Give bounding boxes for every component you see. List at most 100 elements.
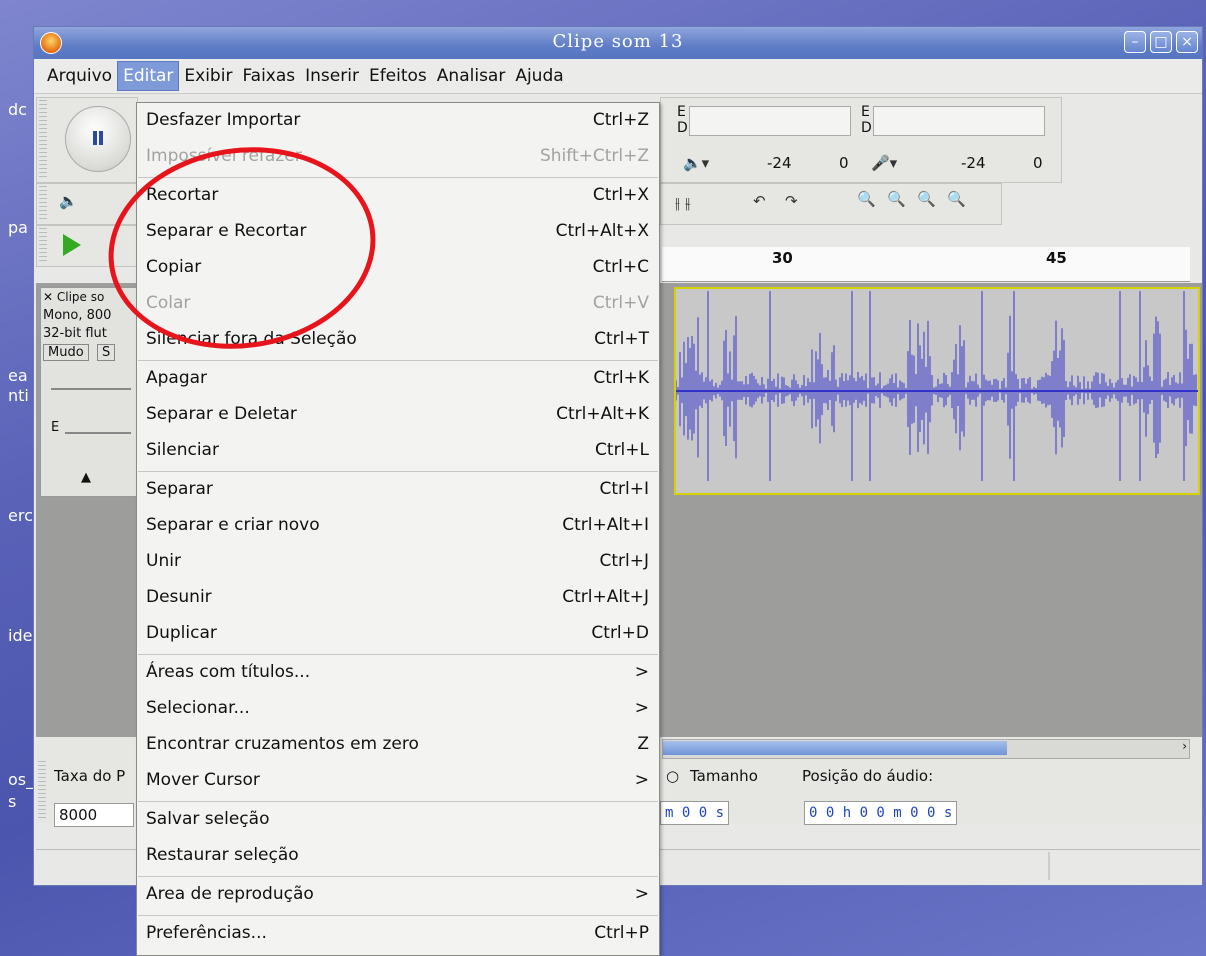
- menu-separator: [138, 654, 658, 655]
- edit-menu-item[interactable]: Mover Cursor >: [137, 764, 659, 800]
- speaker-icon[interactable]: 🔈▾: [683, 154, 709, 172]
- scrollbar-thumb[interactable]: [663, 741, 1007, 755]
- desktop-text: nti: [8, 386, 29, 405]
- menu-item-shortcut: Ctrl+K: [593, 368, 649, 388]
- zoom-in-icon[interactable]: 🔍: [857, 190, 876, 208]
- toolbar-grip[interactable]: [39, 228, 47, 264]
- gain-slider[interactable]: [51, 388, 131, 390]
- menu-item-label: Encontrar cruzamentos em zero: [146, 734, 419, 754]
- edit-menu-item[interactable]: Áreas com títulos... >: [137, 656, 659, 692]
- edit-menu-item[interactable]: Salvar seleção: [137, 803, 659, 839]
- menu-efeitos[interactable]: Efeitos: [364, 62, 432, 90]
- project-rate-input[interactable]: 8000: [54, 803, 134, 827]
- edit-menu-item[interactable]: Silenciar Ctrl+L: [137, 434, 659, 470]
- menu-item-label: Copiar: [146, 257, 202, 277]
- menu-inserir[interactable]: Inserir: [300, 62, 364, 90]
- menu-item-label: Silenciar: [146, 440, 219, 460]
- edit-menu-item[interactable]: Restaurar seleção: [137, 839, 659, 875]
- menu-item-shortcut: Z: [637, 734, 649, 754]
- window-title: Clipe som 13: [552, 31, 684, 52]
- menu-item-shortcut: Ctrl+L: [595, 440, 649, 460]
- play-icon[interactable]: [63, 234, 81, 256]
- toolbar-grip[interactable]: [38, 761, 46, 821]
- solo-button[interactable]: S: [97, 344, 116, 361]
- toolbar-grip[interactable]: [39, 100, 47, 180]
- audio-position-label: Posição do áudio:: [802, 767, 934, 785]
- zoom-out-icon[interactable]: 🔍: [887, 190, 906, 208]
- menu-item-shortcut: Ctrl+Alt+X: [555, 221, 649, 241]
- menu-editar[interactable]: Editar: [117, 61, 180, 91]
- edit-menu-item[interactable]: Recortar Ctrl+X: [137, 179, 659, 215]
- edit-menu: Desfazer Importar Ctrl+Z Impossível refaze…: [136, 102, 660, 956]
- waveform[interactable]: [674, 287, 1200, 495]
- mute-button[interactable]: Mudo: [43, 344, 89, 361]
- menu-item-label: Restaurar seleção: [146, 845, 299, 865]
- horizontal-scrollbar[interactable]: ›: [662, 739, 1190, 759]
- edit-menu-item[interactable]: Desfazer Importar Ctrl+Z: [137, 104, 659, 140]
- ruler-tick-label: 45: [1046, 249, 1067, 267]
- trim-icon[interactable]: ⫲ ⫳: [675, 194, 691, 212]
- edit-menu-item[interactable]: Separar e criar novo Ctrl+Alt+I: [137, 509, 659, 545]
- edit-menu-item: Impossível refazer Shift+Ctrl+Z: [137, 140, 659, 176]
- selection-time[interactable]: m 0 0 s: [660, 801, 730, 825]
- edit-menu-item[interactable]: Apagar Ctrl+K: [137, 362, 659, 398]
- meter-d-label: D: [677, 120, 688, 136]
- menu-arquivo[interactable]: Arquivo: [42, 62, 117, 90]
- meter-db-label: 0: [839, 154, 849, 172]
- menu-item-shortcut: Ctrl+D: [591, 623, 649, 643]
- scroll-right-icon[interactable]: ›: [1182, 739, 1187, 753]
- redo-icon[interactable]: ↷: [785, 192, 798, 210]
- menu-analisar[interactable]: Analisar: [432, 62, 511, 90]
- close-icon[interactable]: ×: [1176, 31, 1198, 53]
- length-radio[interactable]: ○: [666, 767, 679, 785]
- track-name[interactable]: Clipe so: [57, 290, 104, 304]
- menu-item-label: Desfazer Importar: [146, 110, 301, 130]
- edit-menu-item[interactable]: Separar e Deletar Ctrl+Alt+K: [137, 398, 659, 434]
- meter-d-label: D: [861, 120, 872, 136]
- minimize-icon[interactable]: –: [1124, 31, 1146, 53]
- meter-db-label: -24: [767, 154, 792, 172]
- menu-ajuda[interactable]: Ajuda: [510, 62, 568, 90]
- maximize-icon[interactable]: □: [1150, 31, 1172, 53]
- edit-menu-item[interactable]: Encontrar cruzamentos em zero Z: [137, 728, 659, 764]
- edit-menu-item[interactable]: Unir Ctrl+J: [137, 545, 659, 581]
- menu-item-shortcut: >: [634, 698, 649, 718]
- menu-item-label: Recortar: [146, 185, 219, 205]
- audio-position-time[interactable]: 0 0 h 0 0 m 0 0 s: [804, 801, 958, 825]
- toolbar-grip[interactable]: [39, 186, 47, 222]
- zoom-selection-icon[interactable]: 🔍: [917, 190, 936, 208]
- track-close-icon[interactable]: ✕ Clipe so: [43, 290, 104, 304]
- menu-item-label: Separar e criar novo: [146, 515, 320, 535]
- title-bar[interactable]: Clipe som 13 – □ ×: [34, 27, 1202, 59]
- edit-menu-item[interactable]: Desunir Ctrl+Alt+J: [137, 581, 659, 617]
- menu-exibir[interactable]: Exibir: [179, 62, 237, 90]
- edit-menu-item[interactable]: Preferências... Ctrl+P: [137, 917, 659, 953]
- menu-separator: [138, 915, 658, 916]
- edit-menu-item: Colar Ctrl+V: [137, 287, 659, 323]
- meter-e-label: E: [677, 104, 686, 120]
- collapse-icon[interactable]: ▲: [81, 470, 91, 485]
- edit-menu-item[interactable]: Silenciar fora da Seleção Ctrl+T: [137, 323, 659, 359]
- pan-slider[interactable]: [65, 432, 131, 434]
- mixer-toolbar: 🔈: [36, 183, 138, 225]
- menu-item-label: Silenciar fora da Seleção: [146, 329, 357, 349]
- transport-toolbar: [36, 97, 138, 183]
- menu-item-label: Duplicar: [146, 623, 217, 643]
- menu-faixas[interactable]: Faixas: [237, 62, 300, 90]
- edit-menu-item[interactable]: Copiar Ctrl+C: [137, 251, 659, 287]
- microphone-icon[interactable]: 🎤▾: [871, 154, 897, 172]
- edit-menu-item[interactable]: Separar Ctrl+I: [137, 473, 659, 509]
- menu-item-shortcut: Ctrl+P: [594, 923, 649, 943]
- desktop-text: s: [8, 792, 17, 811]
- edit-menu-item[interactable]: Selecionar... >: [137, 692, 659, 728]
- zoom-fit-icon[interactable]: 🔍: [947, 190, 966, 208]
- edit-menu-item[interactable]: Separar e Recortar Ctrl+Alt+X: [137, 215, 659, 251]
- menu-separator: [138, 471, 658, 472]
- timeline-ruler[interactable]: 30 45: [662, 247, 1190, 282]
- menu-item-shortcut: >: [634, 662, 649, 682]
- edit-menu-item[interactable]: Area de reprodução >: [137, 878, 659, 914]
- edit-menu-item[interactable]: Duplicar Ctrl+D: [137, 617, 659, 653]
- ruler-tick-label: 30: [772, 249, 793, 267]
- menu-item-shortcut: Ctrl+J: [599, 551, 649, 571]
- undo-icon[interactable]: ↶: [753, 192, 766, 210]
